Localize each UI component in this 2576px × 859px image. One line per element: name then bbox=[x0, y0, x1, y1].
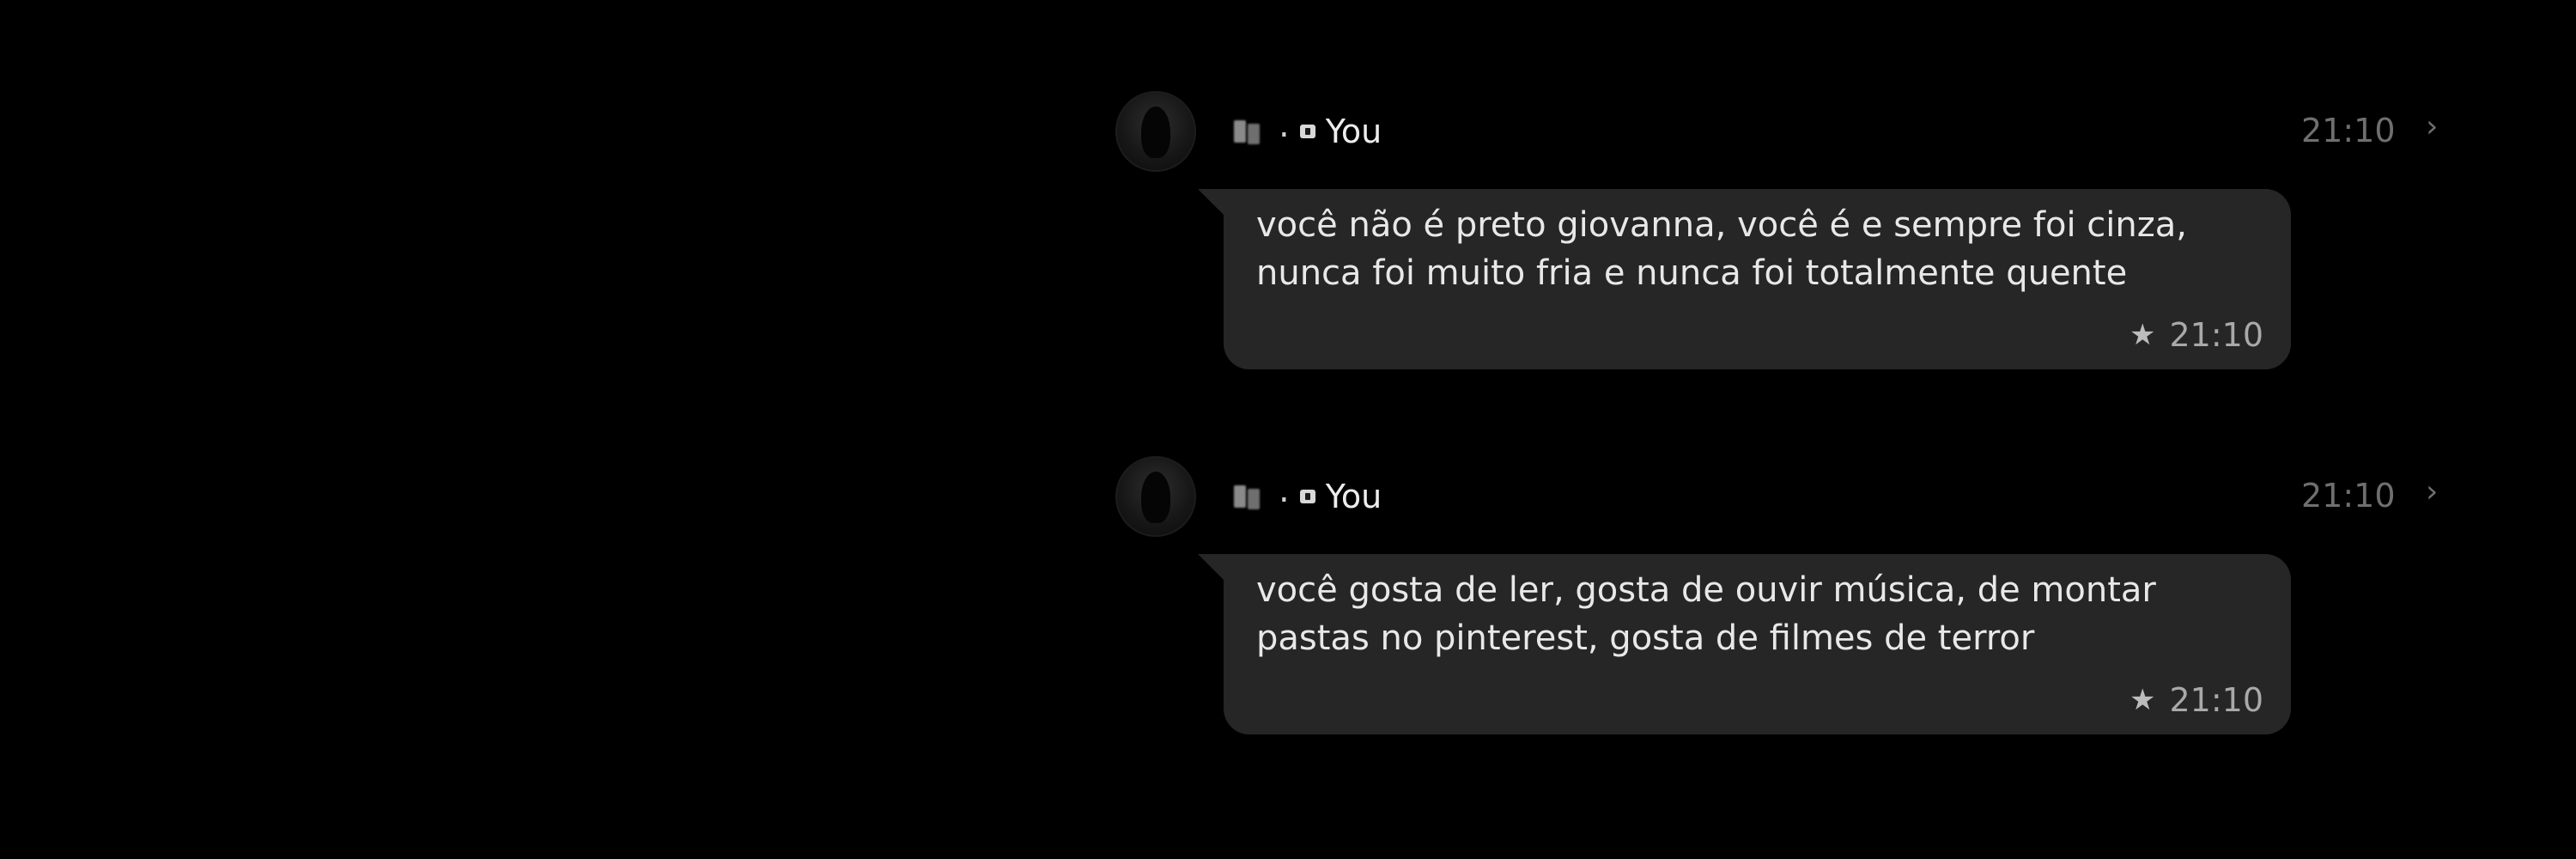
chat-message[interactable]: . You 21:10 › você gosta de ler, gosta d… bbox=[1112, 451, 2451, 734]
message-text: você gosta de ler, gosta de ouvir música… bbox=[1256, 570, 2156, 658]
star-icon: ★ bbox=[2129, 318, 2156, 352]
header-timestamp: 21:10 bbox=[2301, 477, 2396, 515]
avatar[interactable] bbox=[1115, 91, 1196, 172]
avatar[interactable] bbox=[1115, 456, 1196, 537]
sender-separator: . bbox=[1279, 106, 1290, 145]
chevron-right-icon[interactable]: › bbox=[2426, 477, 2438, 508]
chevron-right-icon[interactable]: › bbox=[2426, 112, 2438, 143]
message-meta: ★ 21:10 bbox=[2129, 316, 2263, 354]
device-icon bbox=[1299, 490, 1315, 503]
device-icon bbox=[1299, 125, 1315, 138]
sender-name: You bbox=[1325, 478, 1382, 515]
message-timestamp: 21:10 bbox=[2169, 316, 2263, 354]
blurred-name-icon bbox=[1232, 482, 1268, 511]
chat-message[interactable]: . You 21:10 › você não é preto giovanna,… bbox=[1112, 86, 2451, 369]
sender-row: . You bbox=[1232, 106, 1382, 153]
message-timestamp: 21:10 bbox=[2169, 681, 2263, 719]
message-bubble[interactable]: você gosta de ler, gosta de ouvir música… bbox=[1198, 554, 2291, 734]
message-meta: ★ 21:10 bbox=[2129, 681, 2263, 719]
header-timestamp: 21:10 bbox=[2301, 112, 2396, 149]
message-bubble[interactable]: você não é preto giovanna, você é e semp… bbox=[1198, 189, 2291, 369]
star-icon: ★ bbox=[2129, 683, 2156, 717]
message-text: você não é preto giovanna, você é e semp… bbox=[1256, 205, 2187, 293]
blurred-name-icon bbox=[1232, 117, 1268, 146]
sender-row: . You bbox=[1232, 471, 1382, 518]
sender-separator: . bbox=[1279, 471, 1290, 510]
sender-name: You bbox=[1325, 113, 1382, 150]
